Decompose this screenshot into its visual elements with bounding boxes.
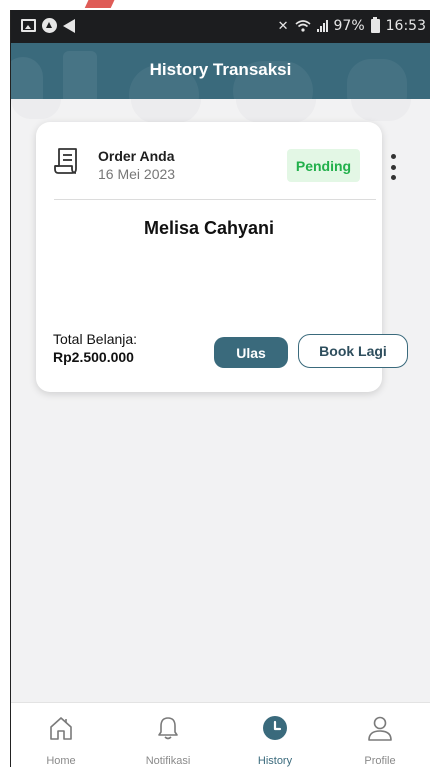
clock-time: 16:53 — [385, 18, 426, 34]
nav-history-label: History — [257, 755, 293, 767]
nav-notifikasi[interactable]: Notifikasi — [118, 703, 218, 767]
app-header: History Transaksi — [11, 43, 430, 99]
watermark-fragment — [84, 0, 118, 8]
receipt-icon — [54, 148, 77, 174]
history-list: Order Anda 16 Mei 2023 Pending Melisa Ca… — [11, 99, 430, 702]
nav-history[interactable]: History — [225, 703, 325, 767]
nav-home[interactable]: Home — [11, 703, 111, 767]
battery-percent: 97% — [333, 18, 365, 34]
bottom-nav: Home Notifikasi History Profile — [11, 702, 430, 767]
nav-home-label: Home — [46, 755, 76, 767]
gallery-notification-icon — [21, 19, 36, 32]
nav-profile-label: Profile — [364, 755, 396, 767]
order-date: 16 Mei 2023 — [98, 166, 176, 182]
bell-icon — [158, 717, 178, 740]
total-label: Total Belanja: — [53, 331, 138, 347]
user-icon — [368, 716, 392, 741]
book-again-button[interactable]: Book Lagi — [298, 334, 408, 368]
status-badge: Pending — [287, 149, 360, 182]
app-notification-icon — [42, 18, 57, 33]
clock-icon — [263, 716, 287, 740]
send-notification-icon — [63, 18, 75, 33]
order-label: Order Anda — [98, 148, 175, 164]
top-strip — [0, 0, 430, 10]
signal-icon — [316, 20, 328, 32]
page-title: History Transaksi — [149, 60, 292, 79]
status-left-icons — [21, 18, 75, 33]
status-right: ✕ 97% 16:53 — [277, 17, 426, 34]
order-card[interactable]: Order Anda 16 Mei 2023 Pending Melisa Ca… — [36, 122, 408, 392]
review-button[interactable]: Ulas — [214, 337, 288, 368]
mute-icon: ✕ — [277, 18, 289, 34]
more-options-icon[interactable] — [388, 154, 398, 180]
nav-profile[interactable]: Profile — [330, 703, 430, 767]
status-bar: ✕ 97% 16:53 — [11, 10, 430, 43]
card-divider — [54, 199, 376, 200]
battery-icon — [370, 17, 380, 33]
nav-notifikasi-label: Notifikasi — [145, 755, 191, 767]
home-icon — [50, 717, 72, 740]
total-amount: Rp2.500.000 — [53, 349, 134, 365]
customer-name: Melisa Cahyani — [143, 218, 275, 238]
wifi-icon — [294, 20, 311, 32]
